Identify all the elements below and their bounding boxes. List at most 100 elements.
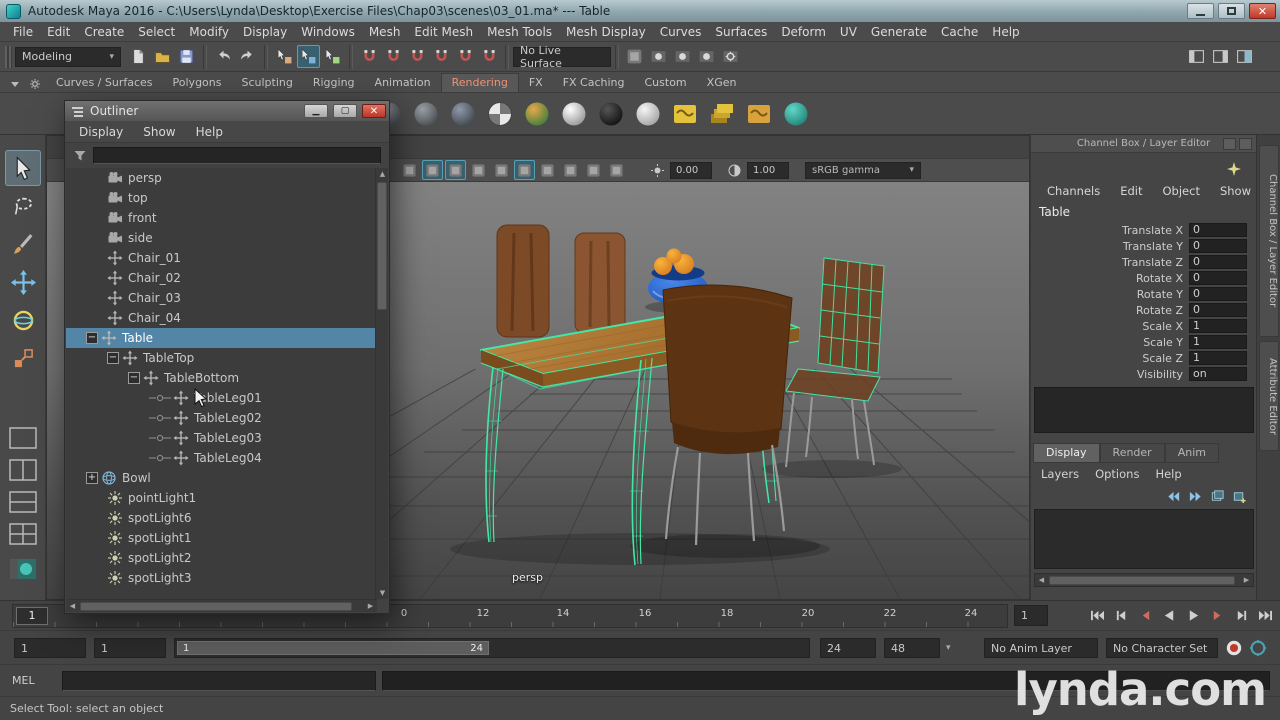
paint-selection-tool[interactable] [5, 226, 41, 262]
paint-effects-icon[interactable] [781, 99, 811, 129]
outliner-item-bowl[interactable]: + Bowl [66, 468, 377, 488]
channel-value-scale-x[interactable]: 1 [1189, 319, 1247, 333]
shaded-icon[interactable] [422, 160, 443, 180]
outliner-item-tableleg04[interactable]: TableLeg04 [66, 448, 377, 468]
tab-channel-box-layer-editor[interactable]: Channel Box / Layer Editor [1259, 145, 1279, 337]
anim-layer-field[interactable]: No Anim Layer [984, 638, 1098, 658]
shelf-tab-curves-surfaces[interactable]: Curves / Surfaces [46, 74, 163, 92]
layer-prev-icon[interactable] [1164, 487, 1182, 505]
channel-box-menu-edit[interactable]: Edit [1120, 184, 1142, 198]
outliner-item-chair-03[interactable]: Chair_03 [66, 288, 377, 308]
construction-history-icon[interactable] [623, 45, 646, 68]
menu-curves[interactable]: Curves [653, 25, 709, 39]
playback-end-field[interactable]: 24 [820, 638, 876, 658]
gamma-icon[interactable] [724, 160, 745, 180]
menu-file[interactable]: File [6, 25, 40, 39]
expander-expanded-icon[interactable]: − [107, 352, 119, 364]
range-slider-bar[interactable]: 1 24 [177, 641, 489, 655]
outliner-vertical-scrollbar[interactable]: ▲ ▼ [375, 168, 388, 599]
outliner-title-bar[interactable]: Outliner ▁ ▢ ✕ [65, 101, 389, 121]
menu-set-selector[interactable]: Modeling ▾ [15, 46, 121, 67]
layer-tab-display[interactable]: Display [1033, 443, 1100, 463]
outliner-item-tableleg03[interactable]: TableLeg03 [66, 428, 377, 448]
play-backwards-icon[interactable] [1158, 604, 1181, 627]
add-empty-layer-icon[interactable] [1208, 487, 1226, 505]
toggle-tool-settings-icon[interactable] [1185, 45, 1208, 68]
channel-label-translate-x[interactable]: Translate X [1031, 224, 1189, 237]
outliner-window[interactable]: Outliner ▁ ▢ ✕ Display Show Help persp top f… [64, 100, 390, 614]
shelf-tab-fx[interactable]: FX [519, 74, 553, 92]
shelf-gear-icon[interactable] [26, 76, 44, 92]
layer-menu-help[interactable]: Help [1155, 467, 1181, 481]
play-forwards-icon[interactable] [1182, 604, 1205, 627]
channel-label-rotate-z[interactable]: Rotate Z [1031, 304, 1189, 317]
expander-expanded-icon[interactable]: − [86, 332, 98, 344]
outliner-item-spotlight1[interactable]: spotLight1 [66, 528, 377, 548]
menu-windows[interactable]: Windows [294, 25, 362, 39]
gamma-field[interactable]: 1.00 [747, 161, 789, 179]
menu-mesh[interactable]: Mesh [362, 25, 408, 39]
command-line-input[interactable] [62, 671, 376, 691]
menu-surfaces[interactable]: Surfaces [708, 25, 774, 39]
shelf-tab-xgen[interactable]: XGen [697, 74, 747, 92]
outliner-item-chair-02[interactable]: Chair_02 [66, 268, 377, 288]
shelf-tab-rigging[interactable]: Rigging [303, 74, 365, 92]
outliner-menu-help[interactable]: Help [186, 125, 233, 139]
channel-label-scale-x[interactable]: Scale X [1031, 320, 1189, 333]
shelf-tab-menu-icon[interactable] [6, 76, 24, 92]
shelf-tab-polygons[interactable]: Polygons [163, 74, 232, 92]
layer-scrollbar[interactable]: ◀ ▶ [1034, 573, 1254, 587]
outliner-item-pointlight1[interactable]: pointLight1 [66, 488, 377, 508]
wireframe-icon[interactable] [399, 160, 420, 180]
channel-value-rotate-z[interactable]: 0 [1189, 303, 1247, 317]
channel-value-visibility[interactable]: on [1189, 367, 1247, 381]
shelf-tab-sculpting[interactable]: Sculpting [231, 74, 302, 92]
menu-create[interactable]: Create [77, 25, 131, 39]
menu-mesh-display[interactable]: Mesh Display [559, 25, 653, 39]
close-panel-button[interactable] [1239, 138, 1252, 150]
shelf-tab-fx-caching[interactable]: FX Caching [553, 74, 635, 92]
new-scene-icon[interactable] [127, 45, 150, 68]
outliner-item-tableleg01[interactable]: TableLeg01 [66, 388, 377, 408]
white-sphere-icon[interactable] [633, 99, 663, 129]
outliner-item-top[interactable]: top [66, 188, 377, 208]
outliner-search-input[interactable] [93, 147, 381, 164]
outliner-item-front[interactable]: front [66, 208, 377, 228]
shadows-icon[interactable] [491, 160, 512, 180]
channel-settings-icon[interactable] [1226, 161, 1242, 177]
grease-pencil-icon[interactable] [583, 160, 604, 180]
menu-cache[interactable]: Cache [934, 25, 985, 39]
outliner-menu-display[interactable]: Display [69, 125, 133, 139]
channel-box-menu-object[interactable]: Object [1163, 184, 1200, 198]
shelf-tab-custom[interactable]: Custom [635, 74, 697, 92]
go-to-start-icon[interactable] [1086, 604, 1109, 627]
channel-label-translate-z[interactable]: Translate Z [1031, 256, 1189, 269]
rotate-tool[interactable] [5, 302, 41, 338]
menu-modify[interactable]: Modify [182, 25, 236, 39]
step-forward-key-icon[interactable] [1206, 604, 1229, 627]
render-layers-icon[interactable] [707, 99, 737, 129]
render-texture-icon[interactable] [670, 99, 700, 129]
redo-icon[interactable] [236, 45, 259, 68]
snap-to-curve-icon[interactable] [382, 45, 405, 68]
menu-select[interactable]: Select [131, 25, 182, 39]
animation-end-field[interactable]: 48 [884, 638, 940, 658]
toggle-attribute-editor-icon[interactable] [1209, 45, 1232, 68]
outliner-close-button[interactable]: ✕ [362, 104, 386, 118]
anti-aliasing-icon[interactable] [537, 160, 558, 180]
scale-tool[interactable] [5, 340, 41, 376]
layer-tab-render[interactable]: Render [1099, 443, 1165, 463]
textured-icon[interactable] [445, 160, 466, 180]
lasso-tool[interactable] [5, 188, 41, 224]
material-sphere-3-icon[interactable] [448, 99, 478, 129]
outliner-horizontal-scrollbar[interactable]: ◀ ▶ [66, 599, 377, 612]
move-tool[interactable] [5, 264, 41, 300]
expander-expanded-icon[interactable]: − [128, 372, 140, 384]
outliner-item-side[interactable]: side [66, 228, 377, 248]
animation-preferences-icon[interactable] [1248, 638, 1268, 658]
layer-menu-layers[interactable]: Layers [1041, 467, 1079, 481]
outliner-item-chair-04[interactable]: Chair_04 [66, 308, 377, 328]
layer-menu-options[interactable]: Options [1095, 467, 1139, 481]
snap-to-grid-icon[interactable] [358, 45, 381, 68]
four-pane-layout[interactable] [6, 520, 40, 548]
